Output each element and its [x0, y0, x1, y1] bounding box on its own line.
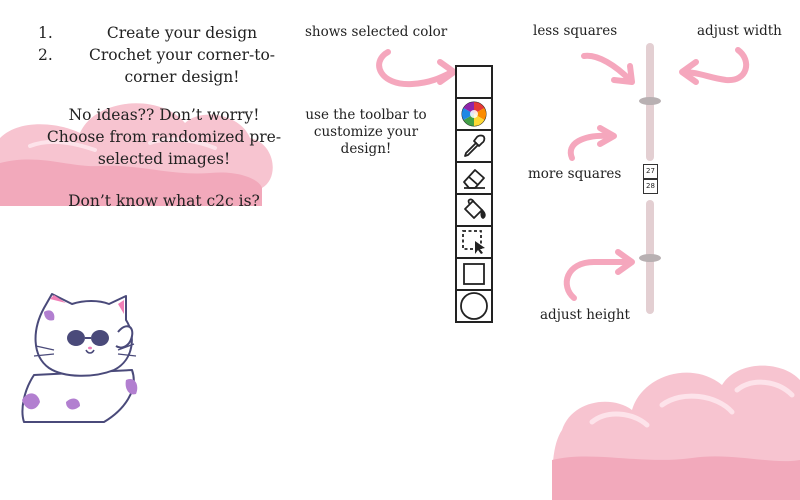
color-wheel-icon [461, 101, 487, 127]
paint-bucket-tool[interactable] [457, 195, 491, 227]
paint-bucket-icon [464, 198, 486, 219]
color-wheel-tool[interactable] [457, 99, 491, 131]
design-toolbar [455, 65, 493, 323]
selected-color-swatch[interactable] [457, 67, 491, 99]
select-tool[interactable] [457, 227, 491, 259]
height-value-box[interactable]: 28 [643, 179, 658, 194]
height-slider-thumb[interactable] [639, 254, 661, 262]
square-tool[interactable] [457, 259, 491, 291]
width-slider-thumb[interactable] [639, 97, 661, 105]
eyedropper-icon [464, 134, 486, 157]
square-icon [463, 263, 485, 285]
width-value-box[interactable]: 27 [643, 164, 658, 179]
eraser-tool[interactable] [457, 163, 491, 195]
eraser-icon [463, 169, 485, 189]
selection-cursor-icon [462, 230, 485, 254]
circle-tool[interactable] [457, 291, 491, 323]
arrow-to-width-slider-top [581, 52, 633, 83]
arrows-layer [376, 47, 750, 301]
eyedropper-tool[interactable] [457, 131, 491, 163]
circle-icon [460, 292, 488, 320]
